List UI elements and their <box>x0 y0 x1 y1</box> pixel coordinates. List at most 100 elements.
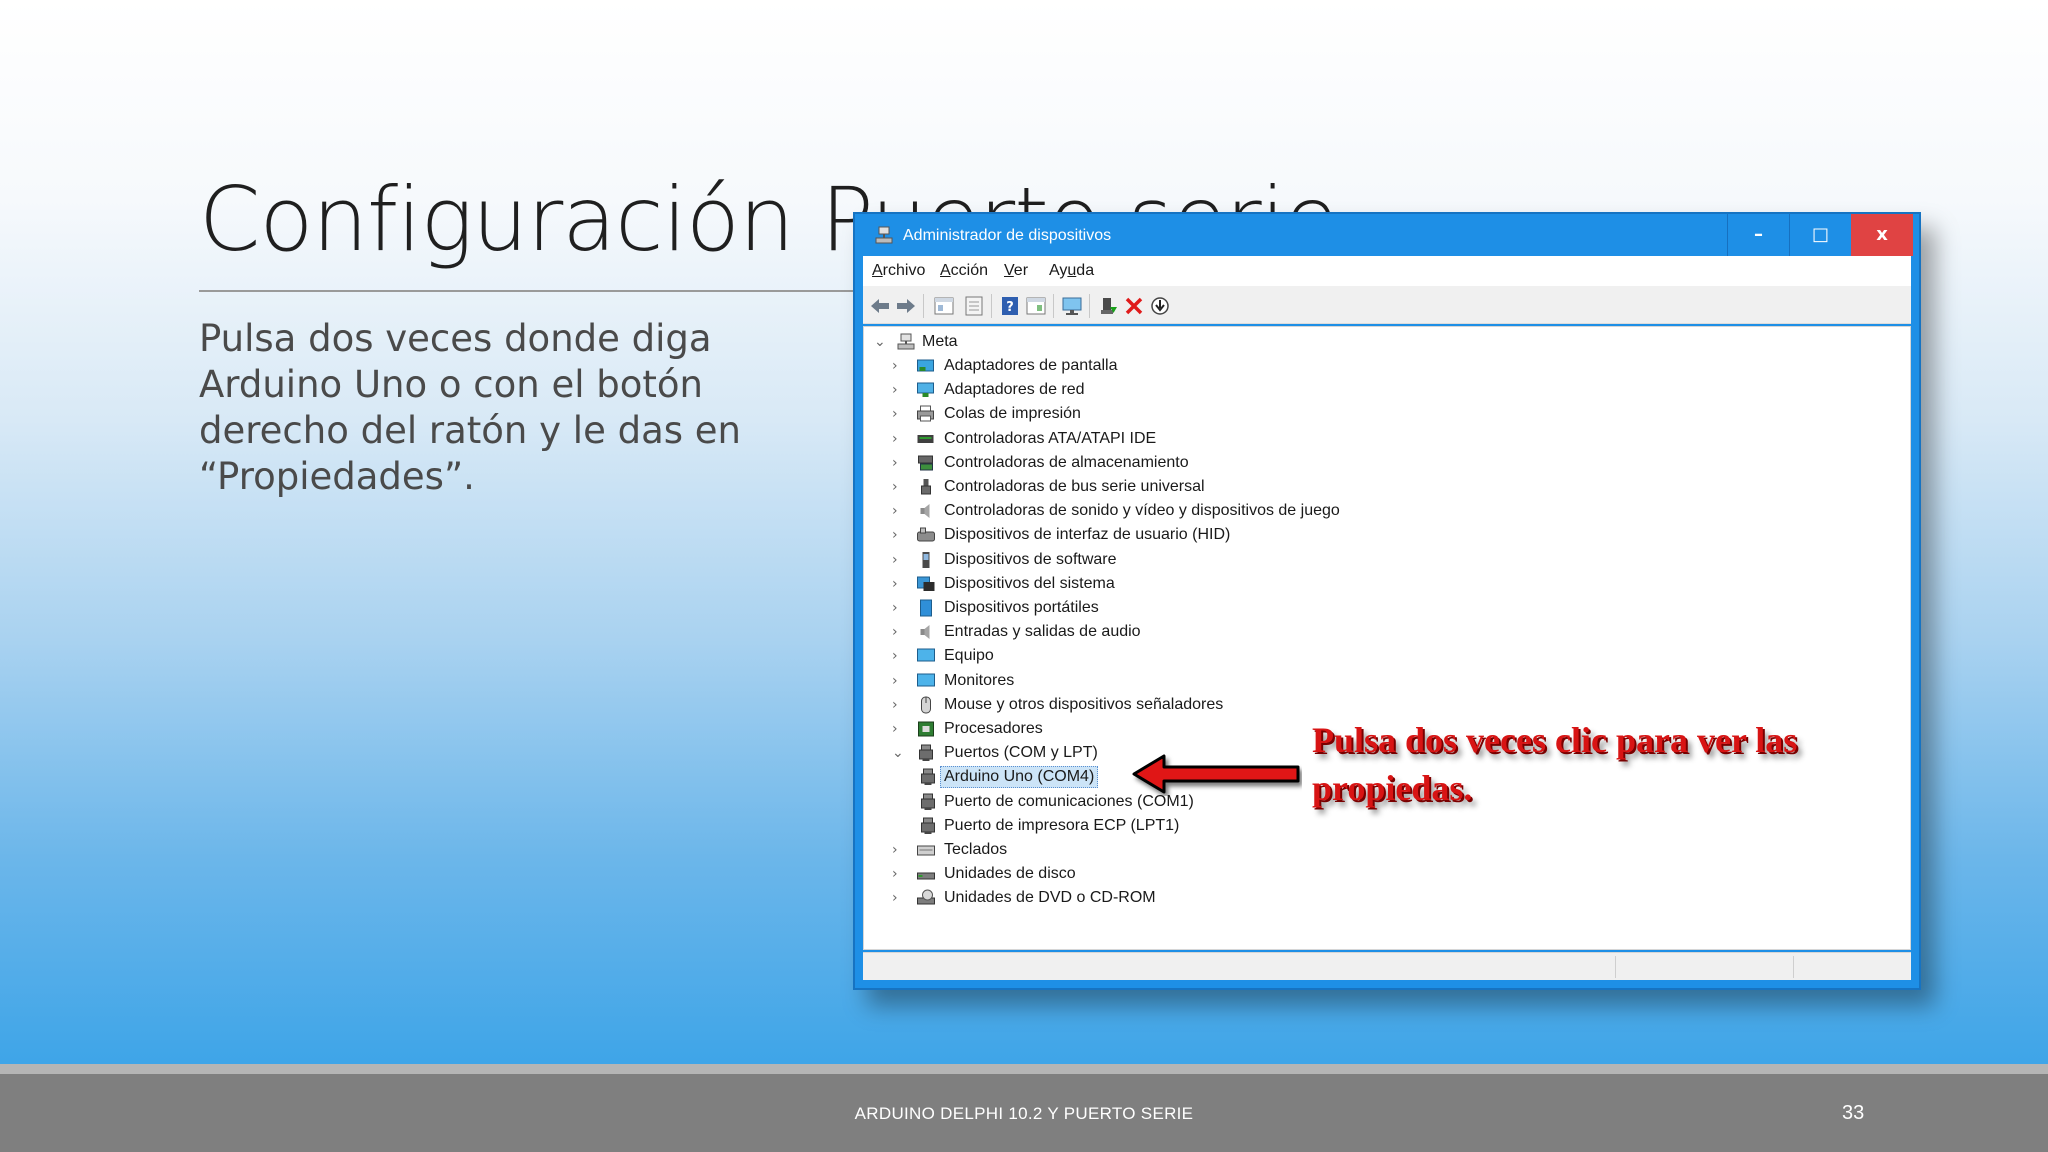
minimize-button[interactable]: – <box>1727 214 1789 256</box>
menu-bar: Archivo Acción Ver Ayuda <box>863 256 1911 286</box>
chevron-down-icon[interactable]: ⌄ <box>892 744 906 762</box>
chevron-right-icon[interactable]: › <box>892 696 906 714</box>
tree-item-label: Adaptadores de red <box>944 381 1085 399</box>
status-bar <box>863 952 1911 980</box>
computer-root-icon <box>897 333 915 350</box>
chevron-right-icon[interactable]: › <box>892 430 906 448</box>
tree-item-label: Puertos (COM y LPT) <box>944 744 1098 762</box>
chevron-right-icon[interactable]: › <box>892 381 906 399</box>
usb-icon <box>921 479 931 495</box>
tree-item-label: Unidades de disco <box>944 865 1076 883</box>
system-device-icon <box>917 576 935 591</box>
tree-item-label: Dispositivos de software <box>944 550 1117 568</box>
title-divider <box>199 290 859 292</box>
chevron-right-icon[interactable]: › <box>892 720 906 738</box>
details-icon[interactable] <box>1025 295 1047 317</box>
chevron-right-icon[interactable]: › <box>892 357 906 375</box>
chevron-right-icon[interactable]: › <box>892 502 906 520</box>
forward-arrow-icon[interactable] <box>895 295 917 317</box>
chevron-down-icon[interactable]: ⌄ <box>874 333 888 351</box>
properties-icon[interactable] <box>933 295 955 317</box>
annotation-arrow <box>1132 754 1300 794</box>
chevron-right-icon[interactable]: › <box>892 865 906 883</box>
speaker-icon <box>920 504 930 519</box>
tree-item-label: Mouse y otros dispositivos señaladores <box>944 695 1224 713</box>
tree-item-label: Teclados <box>944 841 1008 858</box>
port-icon <box>919 744 933 762</box>
chevron-right-icon[interactable]: › <box>892 478 906 496</box>
port-icon <box>921 768 935 786</box>
disk-drive-icon <box>917 872 935 880</box>
close-button[interactable]: x <box>1851 214 1913 256</box>
chevron-right-icon[interactable]: › <box>892 889 906 907</box>
chevron-right-icon[interactable]: › <box>892 672 906 690</box>
maximize-button[interactable]: □ <box>1789 214 1851 256</box>
tree-item-label: Colas de impresión <box>944 405 1081 423</box>
tree-item-label: Controladoras de sonido y vídeo y dispos… <box>944 502 1340 520</box>
tree-root-label: Meta <box>922 333 958 350</box>
software-device-icon <box>922 551 930 568</box>
back-arrow-icon[interactable] <box>869 295 891 317</box>
chevron-right-icon[interactable]: › <box>892 599 906 617</box>
chevron-right-icon[interactable]: › <box>892 575 906 593</box>
printer-icon <box>917 405 934 422</box>
tree-item-label: Monitores <box>944 671 1015 689</box>
device-tree: ⌄ Meta › Adaptadores de pantalla › Adaptado… <box>863 326 1911 950</box>
menu-accion[interactable]: Acción <box>940 262 988 280</box>
tree-item-label: Controladoras de almacenamiento <box>944 453 1189 471</box>
computer-icon <box>917 648 935 662</box>
menu-ayuda[interactable]: Ayuda <box>1049 262 1094 280</box>
selected-device-label: Arduino Uno (COM4) <box>940 766 1099 789</box>
help-icon[interactable]: ? <box>999 295 1021 317</box>
monitor-icon <box>917 673 935 687</box>
chevron-right-icon[interactable]: › <box>892 405 906 423</box>
tree-item-label: Controladoras de bus serie universal <box>944 478 1205 495</box>
annotation-text: Pulsa dos veces clic para ver las propie… <box>1312 720 1798 808</box>
tree-item-label: Equipo <box>944 647 994 665</box>
slide-footer: ARDUINO DELPHI 10.2 Y PUERTO SERIE 33 <box>0 1074 2048 1152</box>
device-manager-icon <box>875 226 893 244</box>
tree-item-label: Unidades de DVD o CD-ROM <box>944 889 1156 907</box>
audio-io-icon <box>920 625 930 640</box>
slide-body-text: Pulsa dos veces donde diga Arduino Uno o… <box>199 317 742 498</box>
chevron-right-icon[interactable]: › <box>892 841 906 859</box>
chevron-right-icon[interactable]: › <box>892 647 906 665</box>
tree-item-label: Dispositivos de interfaz de usuario (HID… <box>944 526 1231 544</box>
tree-item-label: Dispositivos portátiles <box>944 599 1099 616</box>
svg-text:?: ? <box>1006 300 1014 315</box>
window-title: Administrador de dispositivos <box>903 227 1112 244</box>
menu-ver[interactable]: Ver <box>1004 262 1028 280</box>
close-icon: x <box>1876 224 1888 245</box>
portable-device-icon <box>920 599 932 617</box>
display-adapter-icon <box>917 359 934 372</box>
footer-text: ARDUINO DELPHI 10.2 Y PUERTO SERIE <box>854 1104 1194 1123</box>
enable-device-icon[interactable] <box>1097 295 1119 317</box>
minimize-icon: – <box>1754 224 1763 245</box>
window-icon[interactable] <box>963 295 985 317</box>
port-icon <box>921 793 935 810</box>
window-titlebar[interactable]: Administrador de dispositivos – □ x <box>855 214 1919 256</box>
chevron-right-icon[interactable]: › <box>892 551 906 569</box>
hid-icon <box>917 527 935 542</box>
tree-item-label: Procesadores <box>944 720 1043 737</box>
processor-icon <box>918 721 934 737</box>
tree-item-label: Adaptadores de pantalla <box>944 357 1118 374</box>
update-driver-icon[interactable] <box>1149 295 1171 317</box>
tree-item-label: Entradas y salidas de audio <box>944 623 1141 641</box>
toolbar: ? <box>863 286 1911 324</box>
dvd-drive-icon <box>917 889 935 905</box>
uninstall-icon[interactable] <box>1123 295 1145 317</box>
tree-item-label: Puerto de impresora ECP (LPT1) <box>944 816 1180 834</box>
storage-controller-icon <box>918 455 933 471</box>
tree-item-label: Controladoras ATA/ATAPI IDE <box>944 429 1157 447</box>
page-number: 33 <box>1842 1102 1865 1124</box>
footer-divider <box>0 1064 2048 1074</box>
tree-item-label: Dispositivos del sistema <box>944 574 1115 592</box>
chevron-right-icon[interactable]: › <box>892 623 906 641</box>
monitor-scan-icon[interactable] <box>1061 295 1083 317</box>
menu-archivo[interactable]: Archivo <box>872 262 925 280</box>
mouse-icon <box>921 696 931 714</box>
chevron-right-icon[interactable]: › <box>892 526 906 544</box>
keyboard-icon <box>917 845 935 856</box>
chevron-right-icon[interactable]: › <box>892 454 906 472</box>
